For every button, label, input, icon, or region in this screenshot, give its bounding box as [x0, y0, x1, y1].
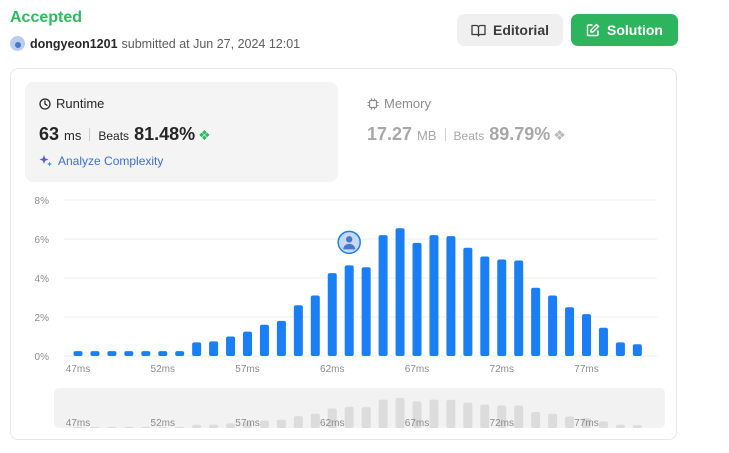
bar[interactable]	[73, 351, 83, 356]
x-tick-label: 72ms	[490, 364, 514, 375]
overview-bar	[395, 398, 405, 428]
bar[interactable]	[259, 324, 269, 356]
user-marker-head	[346, 236, 353, 243]
bar[interactable]	[175, 351, 185, 356]
x-tick-label: 47ms	[66, 364, 90, 375]
overview-bar	[598, 421, 608, 428]
y-tick-label: 2%	[35, 313, 50, 324]
overview-bar	[310, 413, 320, 428]
bar[interactable]	[429, 235, 439, 356]
overview-bar	[192, 424, 202, 428]
overview-x-tick-label: 62ms	[320, 418, 344, 429]
bar[interactable]	[497, 259, 507, 356]
bar[interactable]	[344, 265, 354, 356]
overview-bar	[632, 425, 642, 428]
x-tick-label: 67ms	[405, 364, 429, 375]
overview-bar	[259, 420, 269, 428]
bar[interactable]	[446, 236, 456, 356]
bar[interactable]	[514, 260, 524, 356]
overview-bar	[463, 402, 473, 428]
bar[interactable]	[615, 342, 625, 356]
overview-bar	[361, 407, 371, 428]
bar[interactable]	[243, 331, 252, 356]
overview-bar	[548, 413, 558, 428]
bar[interactable]	[276, 320, 286, 356]
overview-bar	[107, 426, 117, 428]
overview-x-tick-label: 72ms	[490, 418, 514, 429]
bar[interactable]	[378, 235, 388, 356]
overview-bar	[615, 424, 625, 428]
overview-bar	[429, 399, 439, 428]
bar[interactable]	[293, 305, 303, 356]
bar[interactable]	[90, 351, 100, 356]
bar[interactable]	[565, 307, 575, 356]
overview-x-tick-label: 52ms	[151, 418, 175, 429]
overview-bar	[531, 411, 541, 428]
overview-bar	[209, 424, 219, 428]
bar[interactable]	[548, 295, 558, 356]
overview-bar	[293, 416, 303, 428]
overview-x-tick-label: 47ms	[66, 418, 90, 429]
y-tick-label: 4%	[35, 274, 50, 285]
overview-bar	[175, 426, 185, 428]
bar[interactable]	[124, 351, 134, 356]
bar[interactable]	[598, 327, 608, 356]
bar[interactable]	[361, 267, 371, 356]
bar[interactable]	[192, 342, 202, 356]
bar[interactable]	[531, 287, 541, 356]
y-tick-label: 0%	[35, 352, 50, 363]
bar[interactable]	[226, 336, 236, 357]
x-tick-label: 57ms	[235, 364, 259, 375]
bar[interactable]	[209, 341, 219, 356]
runtime-distribution-chart[interactable]: 0% 2% 4% 6% 8% 47ms 52ms 57ms 62ms 67ms 72ms 77ms 47…	[0, 0, 729, 453]
y-tick-label: 8%	[35, 196, 50, 207]
overview-bar	[565, 416, 575, 428]
bar[interactable]	[310, 295, 320, 356]
overview-bar	[141, 426, 151, 428]
overview-bar	[378, 399, 388, 428]
bar[interactable]	[582, 314, 591, 356]
bar[interactable]	[107, 351, 117, 356]
bar[interactable]	[141, 351, 151, 356]
overview-bar	[514, 405, 524, 428]
y-tick-label: 6%	[35, 235, 50, 246]
bar[interactable]	[395, 228, 405, 356]
bar[interactable]	[463, 247, 473, 356]
overview-bar	[90, 426, 100, 428]
overview-bar	[480, 404, 490, 428]
x-tick-label: 77ms	[574, 364, 598, 375]
overview-bar	[226, 423, 236, 428]
x-tick-label: 52ms	[151, 364, 175, 375]
overview-bar	[446, 399, 456, 428]
overview-bar	[276, 419, 286, 428]
bar[interactable]	[412, 242, 422, 356]
overview-x-tick-label: 57ms	[235, 418, 259, 429]
bar[interactable]	[158, 351, 168, 356]
x-tick-label: 62ms	[320, 364, 344, 375]
overview-bar	[124, 426, 134, 428]
bar[interactable]	[327, 273, 337, 356]
overview-bar	[344, 406, 354, 428]
bar[interactable]	[632, 344, 642, 356]
overview-x-tick-label: 77ms	[574, 418, 598, 429]
overview-x-tick-label: 67ms	[405, 418, 429, 429]
bar[interactable]	[480, 256, 490, 356]
